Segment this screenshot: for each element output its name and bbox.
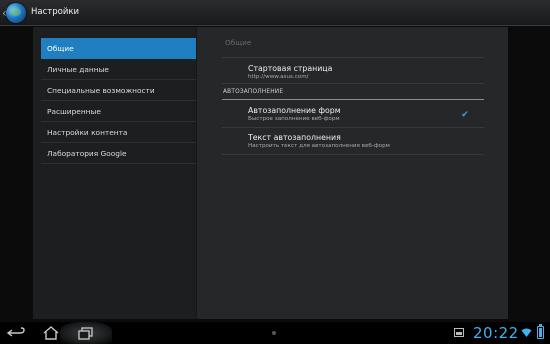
header-item-advanced[interactable]: Расширенные [41, 101, 196, 122]
header-item-label: Лаборатория Google [47, 149, 127, 158]
header-item-label: Специальные возможности [47, 86, 155, 95]
gallery-notification-icon[interactable] [454, 328, 464, 337]
form-autofill-summary: Быстрое заполнение веб-форм [248, 116, 340, 122]
back-arrow-icon [6, 327, 25, 337]
header-item-label: Настройки контента [47, 128, 128, 137]
home-button[interactable] [40, 325, 62, 341]
header-item-label: Расширенные [47, 107, 101, 116]
system-bar: 20:22 [0, 322, 550, 344]
recent-apps-icon [78, 327, 93, 340]
form-autofill-preference[interactable]: Автозаполнение форм Быстрое заполнение в… [222, 101, 484, 128]
header-item-accessibility[interactable]: Специальные возможности [41, 80, 196, 101]
autofill-text-title: Текст автозаполнения [248, 133, 341, 142]
header-item-label: Личные данные [47, 65, 109, 74]
autofill-category-label: АВТОЗАПОЛНЕНИЕ [223, 89, 284, 95]
home-page-preference[interactable]: Стартовая страница http://www.asus.com/ [222, 58, 484, 84]
header-item-content-settings[interactable]: Настройки контента [41, 122, 196, 143]
header-item-label: Общие [47, 44, 74, 53]
autofill-text-summary: Настроить текст для автозаполнения веб-ф… [248, 143, 390, 149]
settings-frame: Общие Личные данные Специальные возможно… [33, 27, 508, 319]
status-clock[interactable]: 20:22 [473, 324, 519, 342]
action-bar: ‹ Настройки [0, 0, 550, 26]
header-item-general[interactable]: Общие [41, 38, 196, 59]
autofill-text-preference[interactable]: Текст автозаполнения Настроить текст для… [222, 128, 484, 155]
home-icon [43, 326, 59, 340]
form-autofill-checkbox-checkmark-icon[interactable]: ✔ [460, 110, 470, 120]
header-item-google-labs[interactable]: Лаборатория Google [41, 143, 196, 164]
autofill-category-header: АВТОЗАПОЛНЕНИЕ [222, 89, 484, 100]
pane-title: Общие [225, 38, 252, 47]
app-home-button[interactable]: ‹ [0, 0, 26, 26]
menu-dot-icon[interactable] [272, 331, 276, 335]
settings-detail-pane: Общие Стартовая страница http://www.asus… [196, 27, 508, 319]
back-button[interactable] [6, 325, 28, 341]
settings-header-list: Общие Личные данные Специальные возможно… [41, 38, 196, 164]
home-page-url: http://www.asus.com/ [248, 74, 309, 80]
form-autofill-title: Автозаполнение форм [248, 106, 341, 115]
wifi-icon [521, 328, 532, 337]
recent-apps-button[interactable] [75, 325, 97, 341]
header-item-privacy[interactable]: Личные данные [41, 59, 196, 80]
page-title: Настройки [31, 7, 80, 17]
battery-icon [537, 324, 544, 339]
home-page-title: Стартовая страница [248, 64, 333, 73]
browser-globe-icon [6, 3, 26, 23]
